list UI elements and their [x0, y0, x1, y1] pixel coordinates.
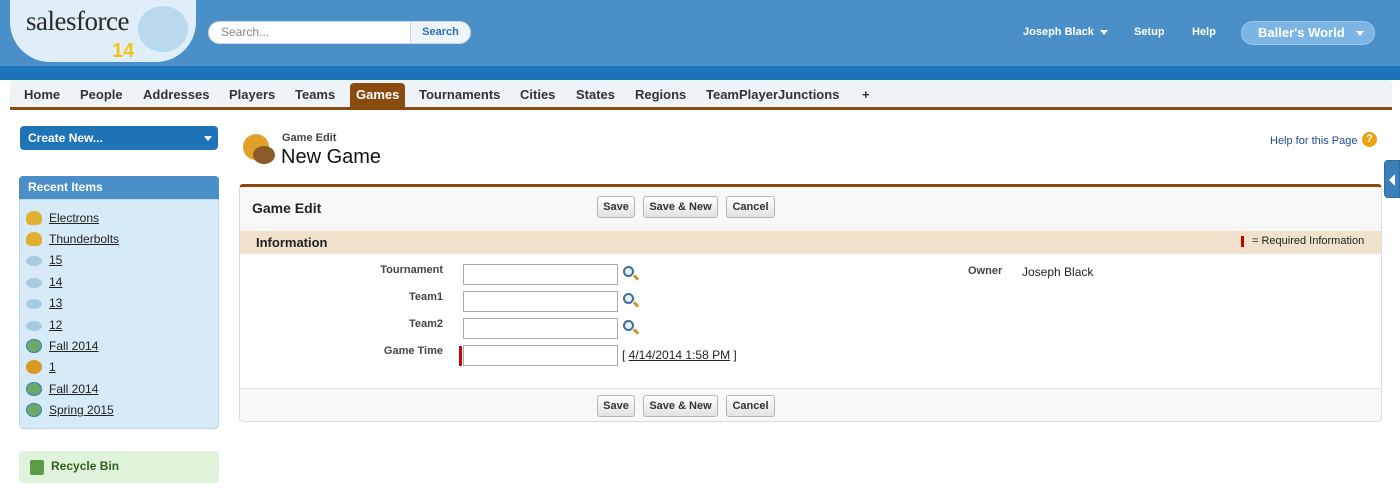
- page-subtitle: Game Edit: [282, 132, 337, 144]
- recent-item-link[interactable]: 12: [49, 316, 62, 334]
- chevron-down-icon: [204, 136, 212, 141]
- tab-games[interactable]: Games: [350, 83, 406, 107]
- chevron-down-icon: [1356, 31, 1364, 36]
- add-tab-button[interactable]: +: [862, 80, 870, 107]
- tab-teams[interactable]: Teams: [295, 80, 335, 107]
- current-datetime-link[interactable]: 4/14/2014 1:58 PM: [629, 348, 730, 362]
- cancel-button[interactable]: Cancel: [726, 395, 775, 417]
- search-button[interactable]: Search: [410, 21, 471, 44]
- recent-item-link[interactable]: 13: [49, 294, 62, 312]
- recent-item-link[interactable]: 15: [49, 251, 62, 269]
- search-input[interactable]: Search...: [208, 21, 411, 44]
- lookup-handle: [632, 274, 640, 281]
- tournament-label: Tournament: [380, 264, 443, 276]
- team-icon: [26, 232, 42, 246]
- globe-icon: [26, 403, 42, 417]
- recent-item-link[interactable]: Fall 2014: [49, 337, 98, 355]
- recycle-bin-link[interactable]: Recycle Bin: [19, 451, 219, 483]
- globe-icon: [26, 382, 42, 396]
- disc-icon: [26, 256, 42, 266]
- section-title: Information: [256, 235, 328, 250]
- recent-items-heading: Recent Items: [19, 176, 219, 199]
- tab-states[interactable]: States: [576, 80, 615, 107]
- tab-teamplayerjunctions[interactable]: TeamPlayerJunctions: [706, 80, 839, 107]
- tab-addresses[interactable]: Addresses: [143, 80, 209, 107]
- tab-people[interactable]: People: [80, 80, 123, 107]
- lookup-icon[interactable]: [623, 320, 640, 336]
- required-indicator: [459, 346, 462, 366]
- team2-input[interactable]: [463, 318, 618, 339]
- information-section-header: [240, 231, 1381, 254]
- save-button[interactable]: Save: [597, 395, 635, 417]
- recent-item-link[interactable]: Fall 2014: [49, 380, 98, 398]
- logo-version: 14: [112, 40, 135, 62]
- globe-icon: [26, 339, 42, 353]
- game-icon: [26, 360, 42, 374]
- tab-regions[interactable]: Regions: [635, 80, 686, 107]
- cancel-button[interactable]: Cancel: [726, 196, 775, 218]
- disc-icon: [26, 299, 42, 309]
- chevron-left-icon: [1389, 174, 1395, 186]
- logo-text: salesforce: [26, 6, 129, 36]
- tab-bar: Home People Addresses Players Teams Game…: [10, 80, 1392, 110]
- help-icon[interactable]: ?: [1362, 132, 1377, 147]
- disc-icon: [26, 278, 42, 288]
- user-name: Joseph Black: [1023, 26, 1094, 38]
- create-new-menu[interactable]: Create New...: [20, 126, 218, 150]
- owner-value: Joseph Black: [1022, 265, 1094, 279]
- setup-link[interactable]: Setup: [1134, 26, 1165, 38]
- team1-label: Team1: [408, 291, 443, 303]
- tab-cities[interactable]: Cities: [520, 80, 555, 107]
- save-and-new-button[interactable]: Save & New: [643, 196, 718, 218]
- team2-label: Team2: [408, 318, 443, 330]
- app-switcher[interactable]: Baller's World: [1241, 21, 1375, 45]
- recent-item-link[interactable]: Electrons: [49, 209, 99, 227]
- save-button[interactable]: Save: [597, 196, 635, 218]
- recent-items-list: Electrons Thunderbolts 15 14 13 12 Fall …: [19, 199, 219, 429]
- recent-item-link[interactable]: Spring 2015: [49, 401, 114, 419]
- polar-bear-icon: [138, 6, 188, 52]
- page-title: New Game: [281, 146, 382, 168]
- help-link[interactable]: Help: [1192, 26, 1216, 38]
- game-time-input[interactable]: [463, 345, 618, 366]
- user-menu[interactable]: Joseph Black: [1023, 26, 1108, 38]
- recycle-bin-icon: [30, 460, 44, 475]
- help-for-page-link[interactable]: Help for this Page: [1270, 135, 1357, 147]
- tournament-input[interactable]: [463, 264, 618, 285]
- tab-players[interactable]: Players: [229, 80, 275, 107]
- game-icon: [243, 134, 277, 166]
- disc-icon: [26, 321, 42, 331]
- salesforce-logo[interactable]: salesforce 14: [10, 0, 196, 66]
- app-name: Baller's World: [1258, 25, 1345, 40]
- tab-tournaments[interactable]: Tournaments: [419, 80, 500, 107]
- create-new-label: Create New...: [28, 131, 103, 145]
- football-shape: [253, 146, 275, 164]
- recent-item-link[interactable]: Thunderbolts: [49, 230, 119, 248]
- chevron-down-icon: [1099, 29, 1108, 35]
- tab-home[interactable]: Home: [24, 80, 60, 107]
- recent-item-link[interactable]: 14: [49, 273, 62, 291]
- owner-label: Owner: [968, 265, 1003, 277]
- team-icon: [26, 211, 42, 225]
- lookup-icon[interactable]: [623, 266, 640, 282]
- game-time-label: Game Time: [383, 345, 443, 357]
- sidebar-toggle[interactable]: [1384, 160, 1400, 198]
- recycle-bin-label: Recycle Bin: [51, 459, 120, 473]
- recent-item-link[interactable]: 1: [49, 358, 56, 376]
- lookup-icon[interactable]: [623, 293, 640, 309]
- lookup-handle: [632, 328, 640, 335]
- lookup-handle: [632, 301, 640, 308]
- required-legend: = Required Information: [1252, 235, 1365, 247]
- team1-input[interactable]: [463, 291, 618, 312]
- save-and-new-button[interactable]: Save & New: [643, 395, 718, 417]
- panel-title: Game Edit: [252, 200, 322, 216]
- required-indicator: [1241, 236, 1244, 247]
- date-default: [ 4/14/2014 1:58 PM ]: [622, 348, 737, 362]
